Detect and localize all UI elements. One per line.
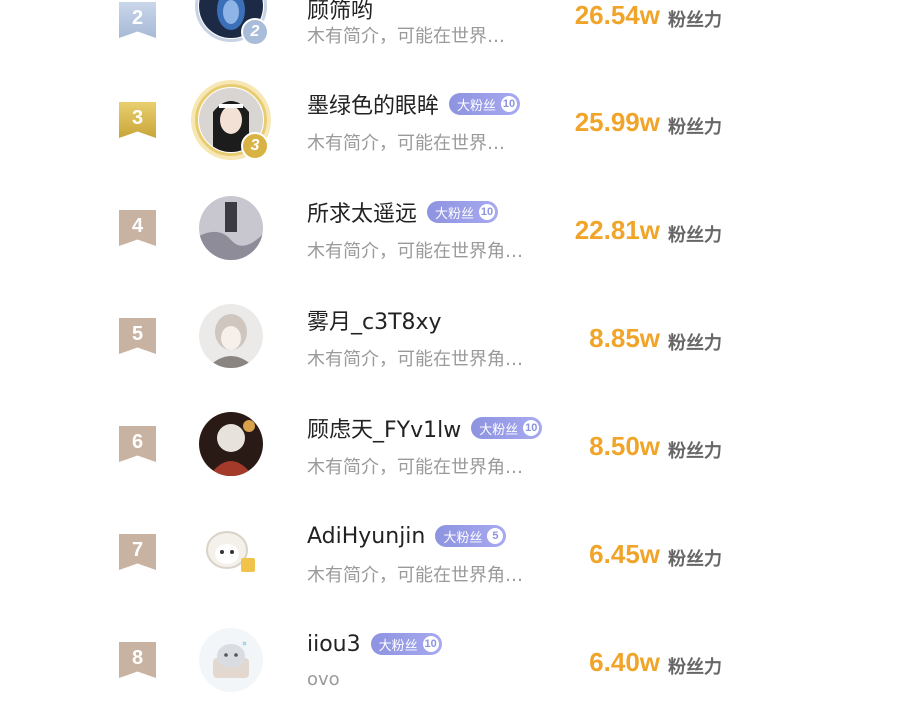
rank-number: 4 xyxy=(131,215,144,237)
avatar[interactable] xyxy=(195,192,267,264)
rank-badge: 5 xyxy=(119,318,156,354)
avatar[interactable] xyxy=(195,624,267,696)
silver-medal: 2 xyxy=(241,18,269,46)
ranking-row[interactable]: 2 2 顾筛哟 木有简介，可能在世界… 26.54w 粉丝力 xyxy=(0,0,900,56)
badge-level: 10 xyxy=(422,636,439,652)
avatar-image xyxy=(199,412,263,476)
fan-power-label: 粉丝力 xyxy=(668,10,722,31)
fan-power-score: 25.99w xyxy=(574,107,660,137)
user-name[interactable]: 雾月_c3T8xy xyxy=(307,304,442,336)
fan-power-label: 粉丝力 xyxy=(668,549,722,570)
fan-power-label: 粉丝力 xyxy=(668,657,722,678)
ranking-row[interactable]: 8 iiou3 大粉丝 10 ovo 6.40w 粉丝力 xyxy=(0,606,900,714)
ranking-row[interactable]: 4 所求太遥远 大粉丝 10 木有简介，可能在世界角… 22.81w 粉丝力 xyxy=(0,174,900,282)
fan-power-label: 粉丝力 xyxy=(668,333,722,354)
rank-number: 3 xyxy=(131,107,144,129)
fan-power-score: 6.40w xyxy=(589,647,660,677)
rank-badge: 3 xyxy=(119,102,156,138)
avatar[interactable] xyxy=(195,408,267,480)
rank-number: 7 xyxy=(131,539,144,561)
ranking-row[interactable]: 3 3 墨绿色的眼眸 大粉丝 10 木有简介，可能在世界… 25.99w 粉丝力 xyxy=(0,66,900,174)
rank-badge: 6 xyxy=(119,426,156,462)
ranking-row[interactable]: 5 雾月_c3T8xy 木有简介，可能在世界角… 8.85w 粉丝力 xyxy=(0,282,900,390)
fan-power-score: 6.45w xyxy=(589,539,660,569)
avatar[interactable] xyxy=(195,516,267,588)
big-fan-badge: 大粉丝 10 xyxy=(370,633,442,655)
rank-badge: 2 xyxy=(119,2,156,38)
ranking-row[interactable]: 7 AdiHyunjin 大粉丝 5 木有简介，可能在世界角… 6.45w 粉丝… xyxy=(0,498,900,606)
rank-number: 6 xyxy=(131,431,144,453)
rank-badge: 7 xyxy=(119,534,156,570)
fan-power-score: 26.54w xyxy=(574,0,660,30)
avatar-image xyxy=(199,196,263,260)
user-name[interactable]: 所求太遥远 xyxy=(307,196,417,228)
user-name[interactable]: 顾虑天_FYv1lw xyxy=(307,412,461,444)
rank-badge: 4 xyxy=(119,210,156,246)
avatar[interactable] xyxy=(195,300,267,372)
rank-number: 8 xyxy=(131,647,144,669)
fan-power-score: 22.81w xyxy=(574,215,660,245)
avatar-image xyxy=(199,628,263,692)
gold-medal: 3 xyxy=(241,132,269,160)
avatar-image xyxy=(199,304,263,368)
fan-power-label: 粉丝力 xyxy=(668,117,722,138)
ranking-row[interactable]: 6 顾虑天_FYv1lw 大粉丝 10 木有简介，可能在世界角… 8.50w 粉… xyxy=(0,390,900,498)
avatar[interactable]: 2 xyxy=(195,0,269,46)
user-bio: ovo xyxy=(307,669,340,690)
user-name[interactable]: iiou3 xyxy=(307,632,361,657)
avatar-image xyxy=(199,520,263,584)
fan-power-label: 粉丝力 xyxy=(668,441,722,462)
avatar[interactable]: 3 xyxy=(195,84,269,160)
rank-number: 2 xyxy=(131,7,144,29)
user-name[interactable]: AdiHyunjin xyxy=(307,524,425,549)
fan-power-score: 8.50w xyxy=(589,431,660,461)
rank-badge: 8 xyxy=(119,642,156,678)
user-name[interactable]: 墨绿色的眼眸 xyxy=(307,88,439,120)
rank-number: 5 xyxy=(131,323,144,345)
fan-power-label: 粉丝力 xyxy=(668,225,722,246)
fan-power-score: 8.85w xyxy=(589,323,660,353)
